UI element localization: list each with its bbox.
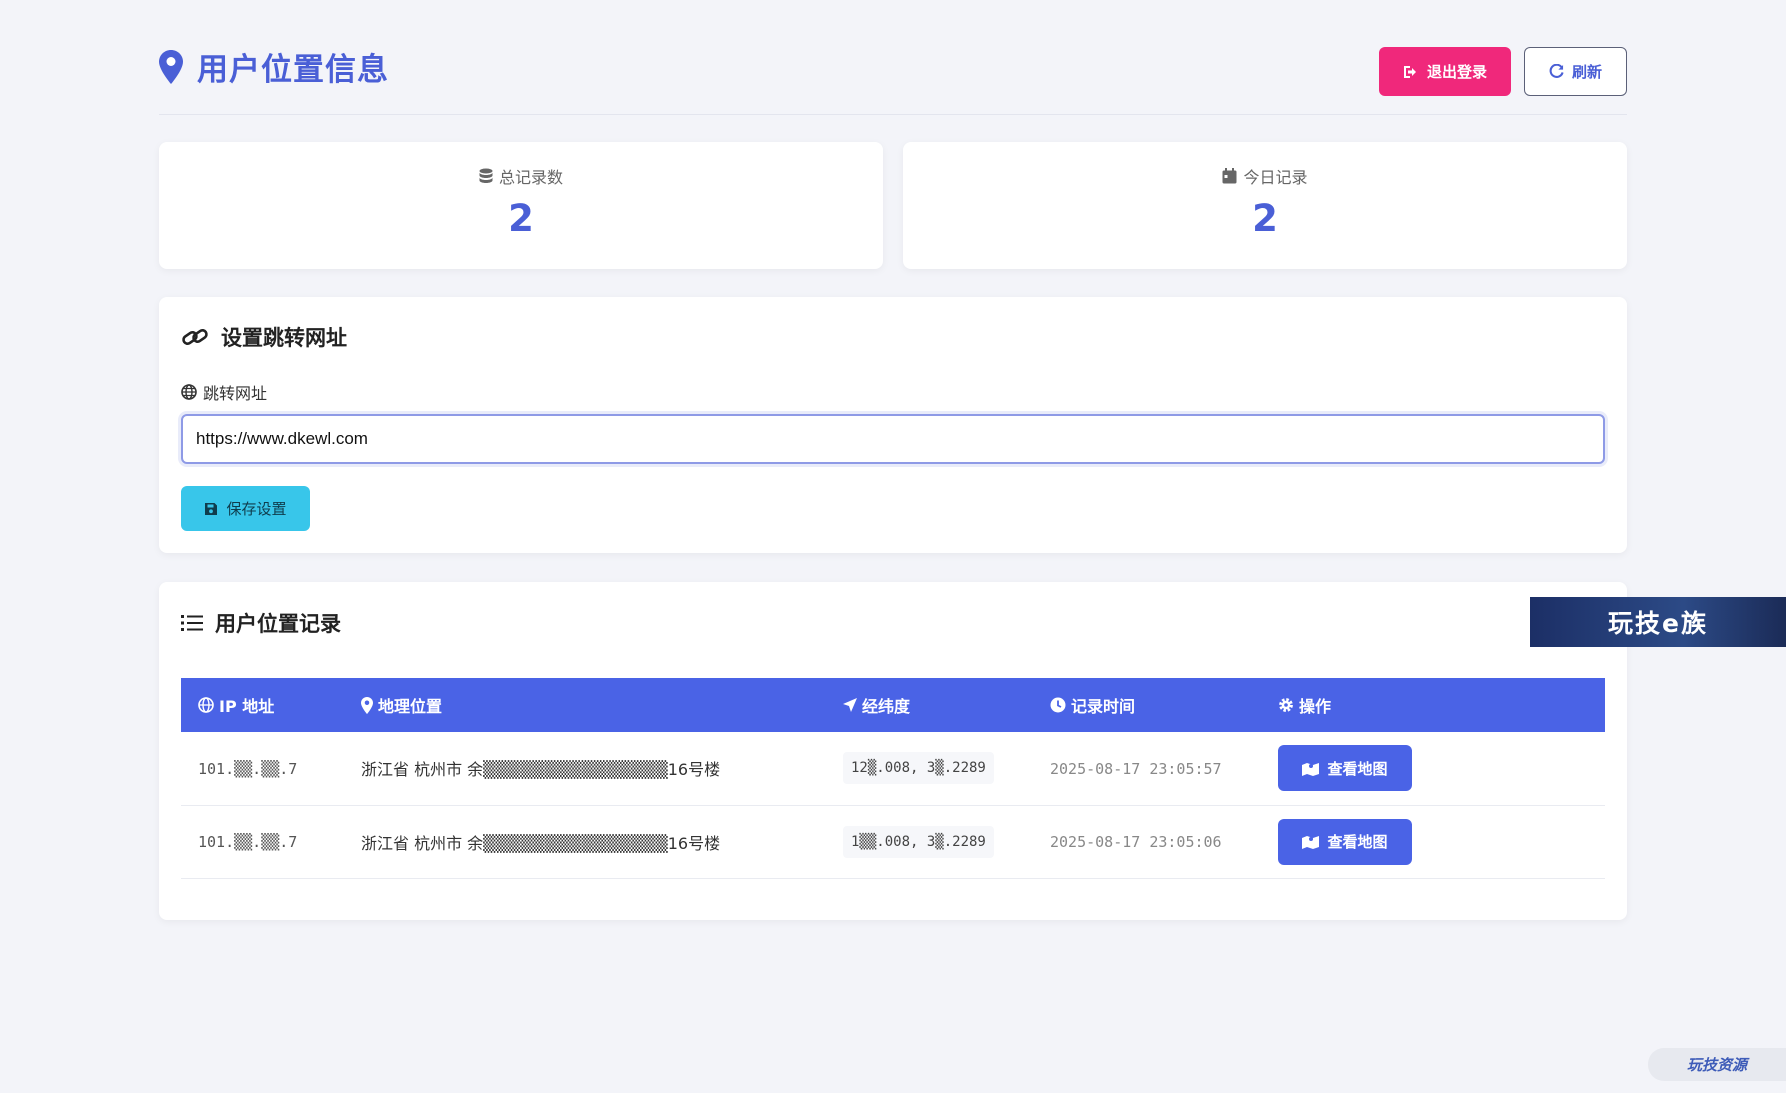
- watermark-banner: 玩技e族: [1530, 597, 1786, 647]
- watermark-corner: 玩技资源: [1648, 1048, 1786, 1081]
- page-container: 用户位置信息 退出登录 刷新 总记录数 2 今日记录 2 设置跳转网址 跳转网址…: [159, 0, 1627, 920]
- col-ip-label: IP 地址: [219, 697, 275, 716]
- record-time: 2025-08-17 23:05:57: [1050, 759, 1222, 778]
- map-pin-icon: [159, 49, 183, 84]
- col-actions-label: 操作: [1299, 697, 1332, 716]
- url-field-label-text: 跳转网址: [203, 384, 268, 403]
- stat-card-total: 总记录数 2: [159, 142, 883, 269]
- col-time: 记录时间: [1033, 678, 1261, 732]
- coordinates: 12▒.008, 3▒.2289: [843, 752, 994, 785]
- list-icon: [181, 615, 203, 631]
- view-map-button[interactable]: 查看地图: [1278, 745, 1412, 792]
- stats-row: 总记录数 2 今日记录 2: [159, 142, 1627, 269]
- record-time: 2025-08-17 23:05:06: [1050, 833, 1222, 851]
- records-title-text: 用户位置记录: [215, 612, 341, 636]
- col-time-label: 记录时间: [1071, 697, 1136, 716]
- globe-icon: [198, 697, 214, 713]
- ip-address: 101.▒▒.▒▒.7: [198, 759, 298, 778]
- stat-value: 2: [508, 197, 534, 240]
- col-ip: IP 地址: [181, 678, 344, 732]
- link-icon: [182, 328, 208, 346]
- coordinates: 1▒▒.008, 3▒.2289: [843, 825, 994, 858]
- page-title-text: 用户位置信息: [197, 52, 389, 88]
- location-records-card: 用户位置记录 IP 地址 地理位置 经纬度 记录时间 操作 101.▒▒.▒▒.…: [159, 582, 1627, 920]
- logout-label: 退出登录: [1426, 63, 1487, 81]
- view-map-label: 查看地图: [1327, 759, 1388, 778]
- stat-label: 今日记录: [1243, 168, 1308, 187]
- refresh-label: 刷新: [1571, 63, 1602, 81]
- gear-icon: [1279, 698, 1293, 712]
- settings-card-title: 设置跳转网址: [181, 322, 347, 352]
- ip-address: 101.▒▒.▒▒.7: [198, 833, 298, 851]
- redirect-url-input[interactable]: [181, 414, 1605, 464]
- location-text: 浙江省 杭州市 余▒▒▒▒▒▒▒▒▒▒▒▒▒▒▒16号楼: [361, 833, 721, 853]
- col-location: 地理位置: [344, 678, 826, 732]
- page-header: 用户位置信息 退出登录 刷新: [159, 0, 1627, 115]
- view-map-button[interactable]: 查看地图: [1278, 818, 1412, 865]
- stat-label: 总记录数: [498, 168, 563, 187]
- logout-button[interactable]: 退出登录: [1379, 47, 1511, 96]
- refresh-button[interactable]: 刷新: [1524, 47, 1627, 96]
- view-map-label: 查看地图: [1327, 833, 1388, 851]
- map-pin-icon: [361, 696, 373, 714]
- refresh-icon: [1549, 64, 1564, 78]
- save-icon: [205, 502, 218, 515]
- calendar-icon: [1222, 168, 1237, 184]
- stat-value: 2: [1252, 197, 1278, 240]
- col-coords-label: 经纬度: [862, 697, 911, 716]
- location-text: 浙江省 杭州市 余▒▒▒▒▒▒▒▒▒▒▒▒▒▒▒16号楼: [361, 760, 721, 780]
- table-row: 101.▒▒.▒▒.7 浙江省 杭州市 余▒▒▒▒▒▒▒▒▒▒▒▒▒▒▒16号楼…: [181, 732, 1605, 805]
- map-icon: [1302, 762, 1320, 776]
- stat-card-today: 今日记录 2: [903, 142, 1627, 269]
- col-location-label: 地理位置: [378, 697, 443, 716]
- col-actions: 操作: [1261, 678, 1605, 732]
- clock-icon: [1050, 697, 1066, 713]
- location-arrow-icon: [843, 698, 857, 712]
- records-table: IP 地址 地理位置 经纬度 记录时间 操作 101.▒▒.▒▒.7 浙江省 杭…: [181, 678, 1605, 879]
- map-icon: [1302, 836, 1320, 849]
- table-header-row: IP 地址 地理位置 经纬度 记录时间 操作: [181, 678, 1605, 732]
- database-icon: [479, 168, 493, 183]
- save-settings-label: 保存设置: [226, 500, 287, 518]
- url-field-label: 跳转网址: [181, 380, 267, 404]
- globe-icon: [181, 384, 197, 400]
- col-coords: 经纬度: [826, 678, 1033, 732]
- save-settings-button[interactable]: 保存设置: [181, 486, 310, 531]
- redirect-settings-card: 设置跳转网址 跳转网址 保存设置: [159, 297, 1627, 553]
- settings-title-text: 设置跳转网址: [221, 326, 347, 350]
- table-row: 101.▒▒.▒▒.7 浙江省 杭州市 余▒▒▒▒▒▒▒▒▒▒▒▒▒▒▒16号楼…: [181, 805, 1605, 878]
- sign-out-icon: [1403, 65, 1416, 78]
- records-card-title: 用户位置记录: [181, 608, 341, 638]
- page-title: 用户位置信息: [159, 44, 389, 89]
